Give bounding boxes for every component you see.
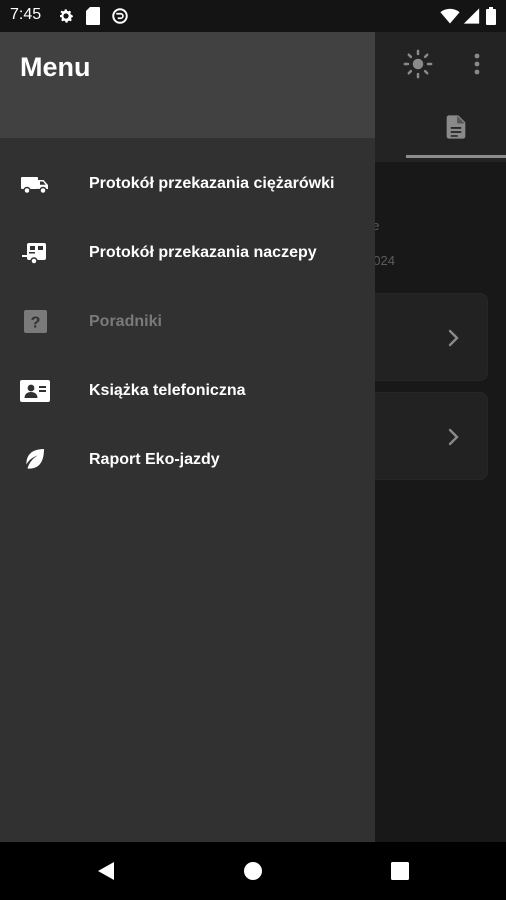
drawer-title: Menu (20, 52, 91, 82)
menu-item-trailer-protocol[interactable]: Protokół przekazania naczepy (0, 218, 375, 287)
chevron-right-icon (448, 428, 459, 446)
menu-item-label: Książka telefoniczna (89, 381, 246, 399)
brightness-icon[interactable] (403, 49, 433, 79)
menu-item-truck-protocol[interactable]: Protokół przekazania ciężarówki (0, 149, 375, 218)
drawer-header: Menu (0, 32, 375, 138)
menu-item-phonebook[interactable]: Książka telefoniczna (0, 356, 375, 425)
cellular-signal-icon (463, 8, 480, 24)
menu-item-label: Raport Eko-jazdy (89, 450, 220, 468)
wifi-icon (440, 8, 460, 24)
truck-icon (21, 176, 48, 194)
svg-text:?: ? (31, 314, 41, 331)
contact-card-icon (20, 379, 50, 402)
leaf-icon (26, 448, 44, 469)
tab-indicator (406, 155, 506, 158)
drawer-menu-list: Protokół przekazania ciężarówki Protokół… (0, 149, 375, 494)
menu-item-label: Protokół przekazania naczepy (89, 243, 317, 261)
home-icon[interactable] (241, 859, 265, 883)
status-bar: 7:45 (0, 0, 506, 32)
more-options-icon[interactable] (466, 49, 488, 79)
phone-screen: ne 2024 Menu (0, 0, 506, 900)
menu-item-label: Protokół przekazania ciężarówki (89, 174, 335, 192)
sd-card-icon (86, 7, 100, 25)
help-box-icon: ? (24, 309, 47, 333)
chevron-right-icon (448, 329, 459, 347)
navigation-drawer: Menu Protokół przekazania ciężarówki Pro… (0, 32, 375, 842)
status-time: 7:45 (10, 6, 42, 23)
menu-item-label: Poradniki (89, 312, 162, 330)
document-icon[interactable] (442, 113, 470, 141)
menu-item-guides[interactable]: ? Poradniki (0, 287, 375, 356)
data-saver-icon (112, 8, 128, 24)
system-navigation-bar (0, 842, 506, 900)
rv-trailer-icon (22, 242, 46, 265)
back-icon[interactable] (94, 859, 118, 883)
battery-icon (486, 7, 496, 25)
settings-icon (60, 9, 74, 23)
menu-item-eco-report[interactable]: Raport Eko-jazdy (0, 425, 375, 494)
recents-icon[interactable] (388, 859, 412, 883)
